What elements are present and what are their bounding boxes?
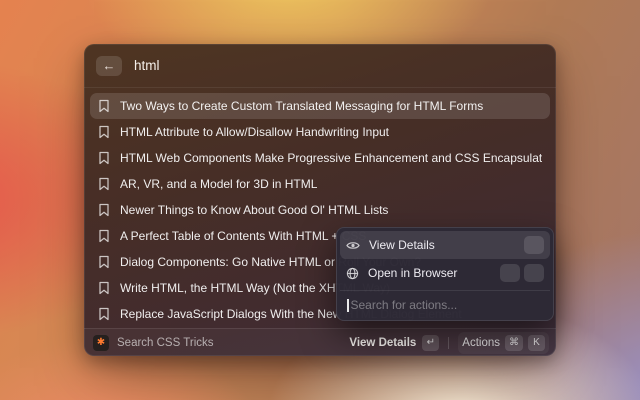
cmd-key-badge: ⌘: [505, 335, 523, 351]
actions-menu-button[interactable]: Actions ⌘ K: [458, 332, 549, 354]
bookmark-icon: [98, 229, 110, 243]
footer-divider: [448, 337, 449, 349]
action-item[interactable]: Open in Browser: [340, 259, 550, 287]
action-item-label: View Details: [369, 238, 435, 252]
eye-icon: [346, 240, 360, 251]
list-item-title: A Perfect Table of Contents With HTML + …: [120, 229, 366, 243]
actions-search-input[interactable]: Search for actions...: [340, 290, 550, 317]
k-key-badge: K: [528, 335, 545, 351]
source-label: Search CSS Tricks: [117, 337, 214, 349]
text-cursor: [347, 299, 349, 312]
actions-search-placeholder: Search for actions...: [351, 298, 458, 312]
list-item-title: Two Ways to Create Custom Translated Mes…: [120, 99, 483, 113]
list-item[interactable]: HTML Web Components Make Progressive Enh…: [90, 145, 550, 171]
globe-icon: [346, 267, 359, 280]
status-bar: ✱ Search CSS Tricks View Details ↵ Actio…: [84, 328, 556, 356]
actions-label: Actions: [462, 337, 500, 349]
css-tricks-icon: ✱: [93, 335, 109, 351]
launcher-window: ← html Two Ways to Create Custom Transla…: [84, 44, 556, 356]
bookmark-icon: [98, 125, 110, 139]
back-button[interactable]: ←: [96, 56, 122, 76]
list-item-title: HTML Attribute to Allow/Disallow Handwri…: [120, 125, 389, 139]
enter-key-badge: ↵: [422, 335, 439, 351]
action-item[interactable]: View Details: [340, 231, 550, 259]
bookmark-icon: [98, 307, 110, 321]
action-item-label: Open in Browser: [368, 266, 457, 280]
list-item[interactable]: AR, VR, and a Model for 3D in HTML: [90, 171, 550, 197]
list-item-title: HTML Web Components Make Progressive Enh…: [120, 151, 542, 165]
list-item[interactable]: Two Ways to Create Custom Translated Mes…: [90, 93, 550, 119]
footer-actions: View Details ↵ Actions ⌘ K: [349, 332, 549, 354]
shortcut-key-badge: [500, 264, 520, 282]
list-item[interactable]: HTML Attribute to Allow/Disallow Handwri…: [90, 119, 550, 145]
shortcut-key-badge: [524, 264, 544, 282]
search-header: ← html: [84, 44, 556, 88]
bookmark-icon: [98, 203, 110, 217]
asterisk-glyph: ✱: [97, 338, 105, 348]
search-input[interactable]: html: [134, 58, 160, 73]
actions-popup-list: View Details Open in Browser: [340, 231, 550, 287]
bookmark-icon: [98, 99, 110, 113]
action-shortcuts: [500, 264, 544, 282]
bookmark-icon: [98, 255, 110, 269]
list-item[interactable]: Newer Things to Know About Good Ol' HTML…: [90, 197, 550, 223]
primary-action-button[interactable]: View Details: [349, 337, 416, 349]
back-arrow-icon: ←: [103, 59, 116, 72]
list-item-title: Newer Things to Know About Good Ol' HTML…: [120, 203, 388, 217]
list-item-title: AR, VR, and a Model for 3D in HTML: [120, 177, 317, 191]
bookmark-icon: [98, 151, 110, 165]
action-shortcuts: [524, 236, 544, 254]
shortcut-key-badge: [524, 236, 544, 254]
bookmark-icon: [98, 177, 110, 191]
bookmark-icon: [98, 281, 110, 295]
actions-popup: View Details Open in Browser: [336, 227, 554, 321]
